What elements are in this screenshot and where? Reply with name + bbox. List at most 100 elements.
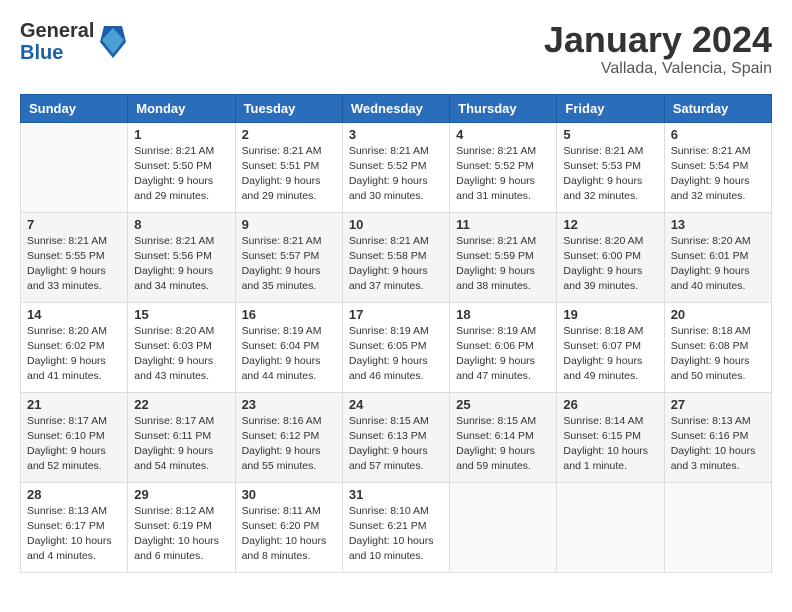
logo: General Blue xyxy=(20,20,128,64)
calendar-cell: 3 Sunrise: 8:21 AMSunset: 5:52 PMDaylight… xyxy=(342,122,449,212)
calendar-cell: 29Sunrise: 8:12 AMSunset: 6:19 PMDayligh… xyxy=(128,482,235,572)
calendar-cell: 11 Sunrise: 8:21 AMSunset: 5:59 PMDayligh… xyxy=(450,212,557,302)
weekday-header-friday: Friday xyxy=(557,94,664,122)
day-info: Sunrise: 8:21 AMSunset: 5:59 PMDaylight:… xyxy=(456,234,550,295)
calendar-cell: 19Sunrise: 8:18 AMSunset: 6:07 PMDayligh… xyxy=(557,302,664,392)
calendar-cell: 28 Sunrise: 8:13 AMSunset: 6:17 PMDayligh… xyxy=(21,482,128,572)
day-number: 24 xyxy=(349,397,443,412)
day-info: Sunrise: 8:11 AMSunset: 6:20 PMDaylight:… xyxy=(242,504,336,565)
page-header: General Blue January 2024 Vallada, Valen… xyxy=(20,20,772,78)
day-number: 2 xyxy=(242,127,336,142)
day-number: 26 xyxy=(563,397,657,412)
day-number: 27 xyxy=(671,397,765,412)
calendar-cell: 1 Sunrise: 8:21 AMSunset: 5:50 PMDaylight… xyxy=(128,122,235,212)
calendar-cell: 16 Sunrise: 8:19 AMSunset: 6:04 PMDayligh… xyxy=(235,302,342,392)
day-number: 28 xyxy=(27,487,121,502)
day-number: 29 xyxy=(134,487,228,502)
calendar-cell: 30 Sunrise: 8:11 AMSunset: 6:20 PMDayligh… xyxy=(235,482,342,572)
calendar-cell: 14Sunrise: 8:20 AMSunset: 6:02 PMDayligh… xyxy=(21,302,128,392)
day-info: Sunrise: 8:17 AMSunset: 6:10 PMDaylight:… xyxy=(27,414,121,475)
calendar-week-row: 28 Sunrise: 8:13 AMSunset: 6:17 PMDayligh… xyxy=(21,482,772,572)
day-info: Sunrise: 8:21 AMSunset: 5:50 PMDaylight:… xyxy=(134,144,228,205)
day-info: Sunrise: 8:20 AMSunset: 6:00 PMDaylight:… xyxy=(563,234,657,295)
calendar-cell: 18 Sunrise: 8:19 AMSunset: 6:06 PMDayligh… xyxy=(450,302,557,392)
day-number: 1 xyxy=(134,127,228,142)
calendar-cell: 7 Sunrise: 8:21 AMSunset: 5:55 PMDaylight… xyxy=(21,212,128,302)
calendar-week-row: 21 Sunrise: 8:17 AMSunset: 6:10 PMDayligh… xyxy=(21,392,772,482)
day-number: 14 xyxy=(27,307,121,322)
day-info: Sunrise: 8:21 AMSunset: 5:51 PMDaylight:… xyxy=(242,144,336,205)
calendar-cell: 15 Sunrise: 8:20 AMSunset: 6:03 PMDayligh… xyxy=(128,302,235,392)
day-info: Sunrise: 8:10 AMSunset: 6:21 PMDaylight:… xyxy=(349,504,443,565)
calendar-cell: 12 Sunrise: 8:20 AMSunset: 6:00 PMDayligh… xyxy=(557,212,664,302)
weekday-header-row: SundayMondayTuesdayWednesdayThursdayFrid… xyxy=(21,94,772,122)
day-number: 23 xyxy=(242,397,336,412)
day-number: 10 xyxy=(349,217,443,232)
weekday-header-monday: Monday xyxy=(128,94,235,122)
day-number: 8 xyxy=(134,217,228,232)
day-info: Sunrise: 8:21 AMSunset: 5:57 PMDaylight:… xyxy=(242,234,336,295)
calendar-cell: 26 Sunrise: 8:14 AMSunset: 6:15 PMDayligh… xyxy=(557,392,664,482)
day-info: Sunrise: 8:13 AMSunset: 6:17 PMDaylight:… xyxy=(27,504,121,565)
calendar-cell: 5Sunrise: 8:21 AMSunset: 5:53 PMDaylight… xyxy=(557,122,664,212)
day-number: 11 xyxy=(456,217,550,232)
day-info: Sunrise: 8:19 AMSunset: 6:05 PMDaylight:… xyxy=(349,324,443,385)
logo-text: General Blue xyxy=(20,20,94,64)
day-info: Sunrise: 8:14 AMSunset: 6:15 PMDaylight:… xyxy=(563,414,657,475)
day-info: Sunrise: 8:17 AMSunset: 6:11 PMDaylight:… xyxy=(134,414,228,475)
day-info: Sunrise: 8:16 AMSunset: 6:12 PMDaylight:… xyxy=(242,414,336,475)
day-info: Sunrise: 8:20 AMSunset: 6:01 PMDaylight:… xyxy=(671,234,765,295)
day-number: 7 xyxy=(27,217,121,232)
day-info: Sunrise: 8:21 AMSunset: 5:56 PMDaylight:… xyxy=(134,234,228,295)
day-number: 12 xyxy=(563,217,657,232)
logo-blue: Blue xyxy=(20,42,63,64)
calendar-cell xyxy=(21,122,128,212)
calendar-cell: 24 Sunrise: 8:15 AMSunset: 6:13 PMDayligh… xyxy=(342,392,449,482)
calendar-week-row: 1 Sunrise: 8:21 AMSunset: 5:50 PMDaylight… xyxy=(21,122,772,212)
day-number: 13 xyxy=(671,217,765,232)
weekday-header-tuesday: Tuesday xyxy=(235,94,342,122)
calendar-week-row: 14Sunrise: 8:20 AMSunset: 6:02 PMDayligh… xyxy=(21,302,772,392)
calendar-cell xyxy=(557,482,664,572)
day-info: Sunrise: 8:20 AMSunset: 6:03 PMDaylight:… xyxy=(134,324,228,385)
day-info: Sunrise: 8:18 AMSunset: 6:07 PMDaylight:… xyxy=(563,324,657,385)
day-number: 3 xyxy=(349,127,443,142)
day-info: Sunrise: 8:21 AMSunset: 5:55 PMDaylight:… xyxy=(27,234,121,295)
calendar-cell: 9Sunrise: 8:21 AMSunset: 5:57 PMDaylight… xyxy=(235,212,342,302)
day-number: 16 xyxy=(242,307,336,322)
day-info: Sunrise: 8:21 AMSunset: 5:53 PMDaylight:… xyxy=(563,144,657,205)
day-number: 6 xyxy=(671,127,765,142)
day-number: 4 xyxy=(456,127,550,142)
weekday-header-thursday: Thursday xyxy=(450,94,557,122)
day-info: Sunrise: 8:15 AMSunset: 6:14 PMDaylight:… xyxy=(456,414,550,475)
day-number: 21 xyxy=(27,397,121,412)
calendar-cell: 23 Sunrise: 8:16 AMSunset: 6:12 PMDayligh… xyxy=(235,392,342,482)
day-info: Sunrise: 8:15 AMSunset: 6:13 PMDaylight:… xyxy=(349,414,443,475)
day-number: 17 xyxy=(349,307,443,322)
day-info: Sunrise: 8:18 AMSunset: 6:08 PMDaylight:… xyxy=(671,324,765,385)
calendar-cell: 22 Sunrise: 8:17 AMSunset: 6:11 PMDayligh… xyxy=(128,392,235,482)
title-area: January 2024 Vallada, Valencia, Spain xyxy=(544,20,772,78)
day-number: 25 xyxy=(456,397,550,412)
day-info: Sunrise: 8:19 AMSunset: 6:04 PMDaylight:… xyxy=(242,324,336,385)
weekday-header-sunday: Sunday xyxy=(21,94,128,122)
day-number: 20 xyxy=(671,307,765,322)
day-info: Sunrise: 8:19 AMSunset: 6:06 PMDaylight:… xyxy=(456,324,550,385)
day-number: 15 xyxy=(134,307,228,322)
day-info: Sunrise: 8:21 AMSunset: 5:52 PMDaylight:… xyxy=(349,144,443,205)
logo-general: General xyxy=(20,20,94,42)
calendar-cell: 21 Sunrise: 8:17 AMSunset: 6:10 PMDayligh… xyxy=(21,392,128,482)
day-number: 18 xyxy=(456,307,550,322)
day-number: 22 xyxy=(134,397,228,412)
calendar-cell xyxy=(664,482,771,572)
calendar-cell: 20 Sunrise: 8:18 AMSunset: 6:08 PMDayligh… xyxy=(664,302,771,392)
calendar-table: SundayMondayTuesdayWednesdayThursdayFrid… xyxy=(20,94,772,573)
day-number: 30 xyxy=(242,487,336,502)
calendar-cell: 31 Sunrise: 8:10 AMSunset: 6:21 PMDayligh… xyxy=(342,482,449,572)
calendar-cell: 13 Sunrise: 8:20 AMSunset: 6:01 PMDayligh… xyxy=(664,212,771,302)
calendar-cell: 8 Sunrise: 8:21 AMSunset: 5:56 PMDaylight… xyxy=(128,212,235,302)
day-number: 31 xyxy=(349,487,443,502)
day-info: Sunrise: 8:21 AMSunset: 5:54 PMDaylight:… xyxy=(671,144,765,205)
logo-icon xyxy=(98,24,128,60)
day-info: Sunrise: 8:13 AMSunset: 6:16 PMDaylight:… xyxy=(671,414,765,475)
